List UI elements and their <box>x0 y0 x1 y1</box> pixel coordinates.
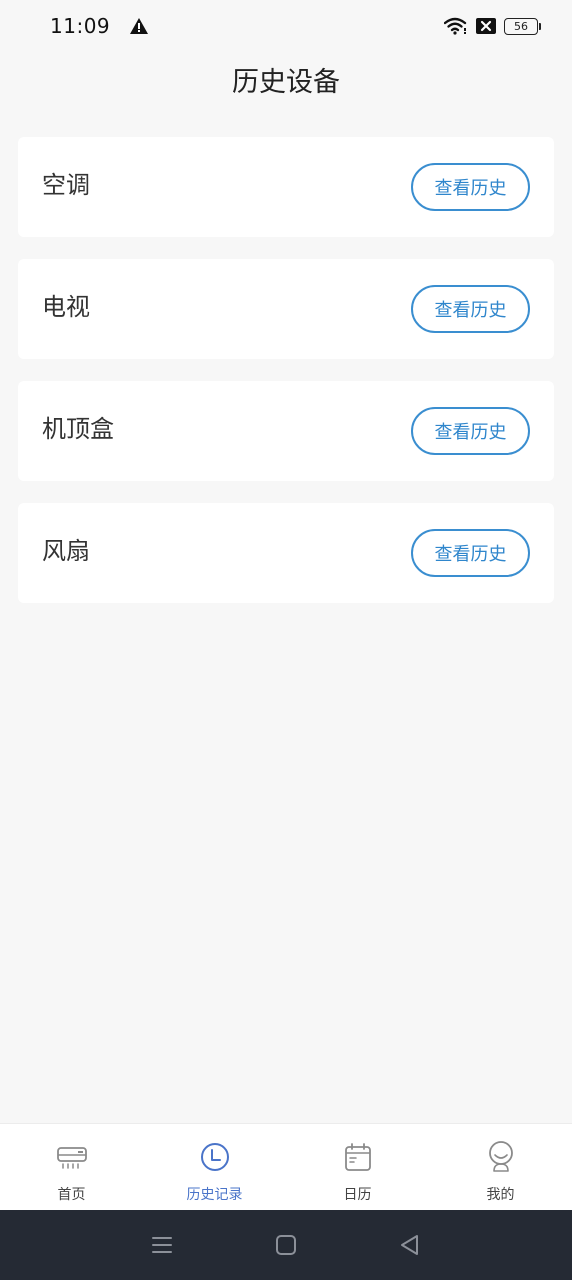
device-name: 机顶盒 <box>42 415 114 443</box>
system-nav-bar <box>0 1210 572 1280</box>
device-list: 空调 查看历史 电视 查看历史 机顶盒 查看历史 风扇 查看历史 <box>18 137 554 625</box>
device-card-air-conditioner: 空调 查看历史 <box>18 137 554 237</box>
device-name: 电视 <box>42 293 90 321</box>
air-conditioner-icon <box>56 1147 87 1169</box>
menu-icon[interactable] <box>150 1233 174 1257</box>
status-bar: 11:09 56 <box>0 0 572 52</box>
calendar-icon <box>344 1143 371 1171</box>
battery-icon: 56 <box>504 17 541 35</box>
battery-level: 56 <box>514 19 528 33</box>
device-card-tv: 电视 查看历史 <box>18 259 554 359</box>
status-time: 11:09 <box>50 14 111 38</box>
view-history-button[interactable]: 查看历史 <box>411 285 530 333</box>
view-history-button[interactable]: 查看历史 <box>411 407 530 455</box>
tab-history[interactable]: 历史记录 <box>143 1124 286 1210</box>
tab-label: 日历 <box>343 1187 372 1203</box>
wifi-icon <box>444 17 467 35</box>
home-icon[interactable] <box>274 1233 298 1257</box>
device-card-fan: 风扇 查看历史 <box>18 503 554 603</box>
tab-label: 首页 <box>57 1187 86 1203</box>
status-left: 11:09 <box>50 14 149 38</box>
device-name: 风扇 <box>42 537 90 565</box>
sim-off-icon <box>476 18 496 34</box>
device-name: 空调 <box>42 171 90 199</box>
view-history-button[interactable]: 查看历史 <box>411 163 530 211</box>
tab-label: 我的 <box>486 1187 515 1203</box>
tab-label: 历史记录 <box>186 1187 243 1203</box>
bottom-tab-bar: 首页 历史记录 日历 我的 <box>0 1123 572 1210</box>
screen: 11:09 56 历史设备 空调 查看历史 电视 查看历史 机顶盒 查看历史 风… <box>0 0 572 1280</box>
warning-icon <box>130 18 149 34</box>
tab-calendar[interactable]: 日历 <box>286 1124 429 1210</box>
tab-profile[interactable]: 我的 <box>429 1124 572 1210</box>
back-icon[interactable] <box>398 1233 422 1257</box>
tab-home[interactable]: 首页 <box>0 1124 143 1210</box>
view-history-button[interactable]: 查看历史 <box>411 529 530 577</box>
clock-icon <box>200 1143 229 1171</box>
page-title: 历史设备 <box>232 67 340 98</box>
profile-icon <box>488 1141 513 1172</box>
device-card-set-top-box: 机顶盒 查看历史 <box>18 381 554 481</box>
status-right: 56 <box>444 17 541 35</box>
